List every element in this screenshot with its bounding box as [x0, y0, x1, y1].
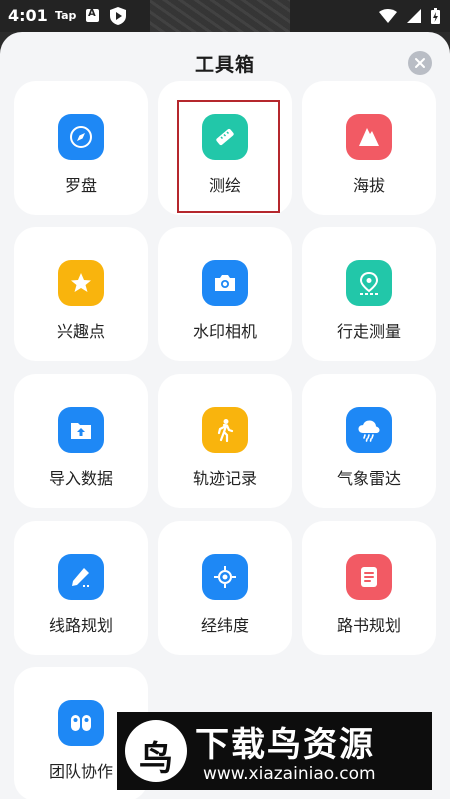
shield-play-icon: [110, 7, 126, 25]
cloud-rain-icon: [346, 407, 392, 453]
pencil-icon: [58, 554, 104, 600]
team-icon: [58, 700, 104, 746]
tool-card-lat-long[interactable]: 经纬度: [158, 521, 292, 655]
crosshair-icon: [202, 554, 248, 600]
tool-label: 路书规划: [336, 616, 401, 635]
tool-card-roadbook-planning[interactable]: 路书规划: [302, 521, 436, 655]
tool-label: 罗盘: [64, 176, 97, 195]
status-time: 4:01: [8, 6, 48, 25]
watermark-logo-text: 鸟: [139, 739, 173, 779]
tool-label: 气象雷达: [336, 469, 401, 488]
tool-card-import-data[interactable]: 导入数据: [14, 374, 148, 508]
camera-icon: [202, 260, 248, 306]
close-button[interactable]: [408, 51, 432, 75]
watermark-url: www.xiazainiao.com: [203, 764, 376, 784]
document-icon: [346, 554, 392, 600]
tool-card-weather-radar[interactable]: 气象雷达: [302, 374, 436, 508]
tool-card-compass[interactable]: 罗盘: [14, 81, 148, 215]
tool-card-watermark-camera[interactable]: 水印相机: [158, 227, 292, 361]
tool-label: 兴趣点: [56, 322, 105, 341]
close-icon: [415, 58, 425, 68]
signal-icon: [407, 9, 421, 23]
watermark-title: 下载鸟资源: [195, 725, 375, 765]
tool-card-track-record[interactable]: 轨迹记录: [158, 374, 292, 508]
selection-highlight-box: [177, 100, 280, 213]
tool-card-poi[interactable]: 兴趣点: [14, 227, 148, 361]
battery-icon: [431, 8, 440, 24]
mountain-icon: [346, 114, 392, 160]
tool-card-altitude[interactable]: 海拔: [302, 81, 436, 215]
tool-label: 线路规划: [48, 616, 113, 635]
tool-label: 经纬度: [200, 616, 249, 635]
tool-label: 海拔: [352, 176, 385, 195]
location-pin-icon: [346, 260, 392, 306]
tool-label: 轨迹记录: [192, 469, 257, 488]
walking-person-icon: [202, 407, 248, 453]
tool-label: 行走测量: [336, 322, 401, 341]
status-bar: 4:01 Tap: [0, 0, 450, 32]
compass-icon: [58, 114, 104, 160]
watermark-banner: 鸟 下载鸟资源 www.xiazainiao.com: [117, 712, 432, 790]
watermark-bird-logo: 鸟: [125, 720, 187, 782]
map-background: [150, 0, 290, 32]
wifi-icon: [379, 9, 397, 23]
app-a-icon: [86, 8, 99, 22]
tool-card-walk-measure[interactable]: 行走测量: [302, 227, 436, 361]
tool-label: 水印相机: [192, 322, 257, 341]
star-icon: [58, 260, 104, 306]
upload-folder-icon: [58, 407, 104, 453]
status-app-label: Tap: [55, 9, 77, 22]
tool-label: 导入数据: [48, 469, 113, 488]
sheet-title: 工具箱: [194, 54, 255, 76]
tool-card-route-planning[interactable]: 线路规划: [14, 521, 148, 655]
